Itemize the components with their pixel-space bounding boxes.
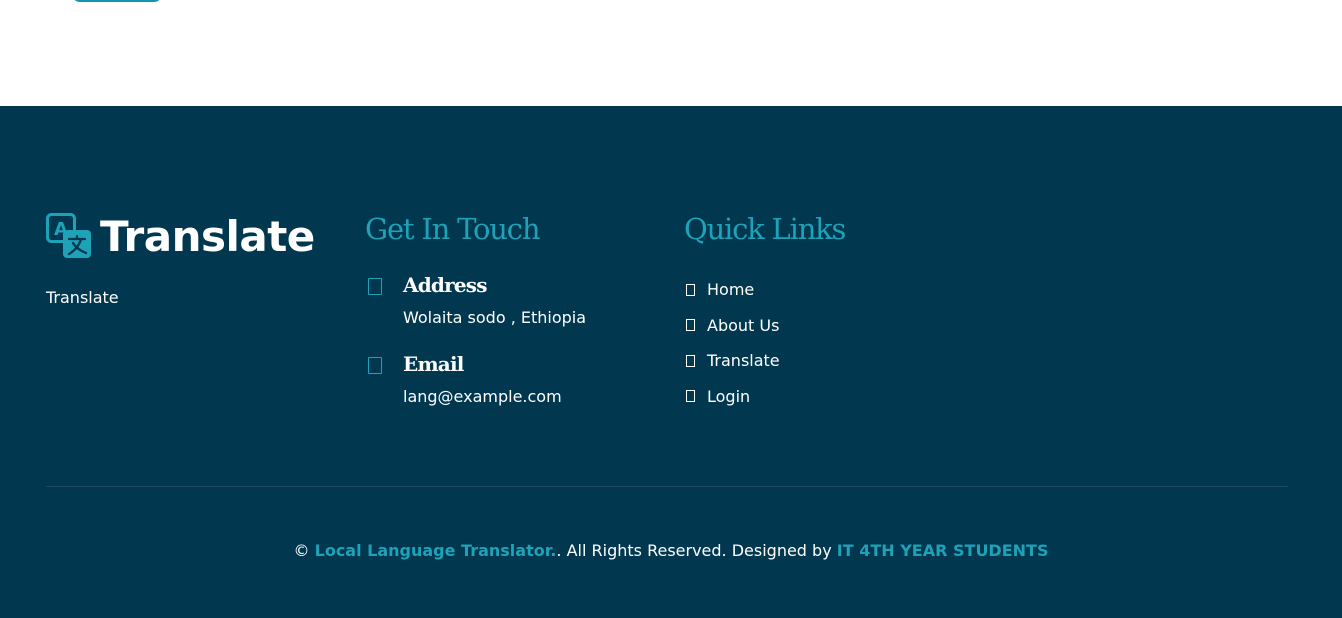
site-footer: A Translate Translate Get In Touch Addre… [0, 106, 1342, 618]
email-icon [368, 357, 382, 374]
quick-link-label[interactable]: Translate [707, 351, 780, 370]
copyright-bar: © Local Language Translator.. All Rights… [0, 541, 1342, 560]
address-title: Address [403, 273, 487, 297]
address-value: Wolaita sodo , Ethiopia [403, 308, 587, 327]
email-title: Email [403, 352, 464, 376]
quick-link-label[interactable]: Login [707, 387, 750, 406]
quick-links-heading: Quick Links [684, 212, 846, 246]
copyright-symbol: © [293, 541, 310, 560]
contact-heading: Get In Touch [365, 212, 541, 246]
translate-icon: A [46, 213, 91, 258]
brand-description: Translate [46, 288, 119, 307]
quick-link-login[interactable]: Login [684, 379, 984, 415]
scroll-button-edge[interactable] [72, 0, 162, 2]
chevron-right-icon [686, 283, 695, 296]
footer-quick-links-column: Quick Links Home About Us Translate Logi… [684, 206, 984, 414]
page-top-area [0, 0, 1342, 106]
email-value[interactable]: lang@example.com [403, 387, 665, 409]
quick-link-label[interactable]: About Us [707, 316, 779, 335]
quick-link-label[interactable]: Home [707, 280, 754, 299]
quick-links-list: Home About Us Translate Login [684, 272, 984, 414]
contact-address: Address Wolaita sodo , Ethiopia [365, 270, 665, 330]
footer-logo[interactable]: A Translate [46, 206, 336, 266]
quick-link-translate[interactable]: Translate [684, 343, 984, 379]
footer-brand-column: A Translate Translate [46, 206, 336, 307]
designer-link[interactable]: IT 4TH YEAR STUDENTS [837, 541, 1049, 560]
chevron-right-icon [686, 354, 695, 367]
copyright-text: . All Rights Reserved. Designed by [556, 541, 832, 560]
chevron-right-icon [686, 390, 695, 403]
quick-link-about-us[interactable]: About Us [684, 308, 984, 344]
footer-contact-column: Get In Touch Address Wolaita sodo , Ethi… [365, 206, 665, 409]
quick-link-home[interactable]: Home [684, 272, 984, 308]
footer-divider [46, 486, 1288, 487]
site-name-link[interactable]: Local Language Translator. [315, 541, 557, 560]
chevron-right-icon [686, 319, 695, 332]
brand-name: Translate [100, 211, 315, 261]
location-icon [368, 278, 382, 295]
contact-email: Email lang@example.com [365, 349, 665, 409]
